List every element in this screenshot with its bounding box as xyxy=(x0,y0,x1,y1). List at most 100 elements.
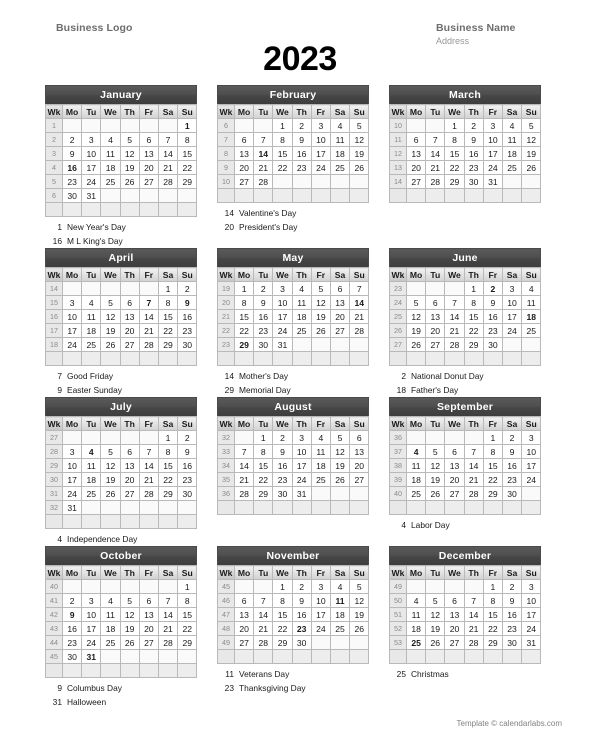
day-cell[interactable]: 7 xyxy=(253,132,274,148)
day-cell[interactable]: 29 xyxy=(463,337,484,353)
day-cell[interactable]: 17 xyxy=(501,309,523,325)
day-cell[interactable]: 16 xyxy=(177,458,198,474)
day-cell[interactable]: 18 xyxy=(81,472,102,488)
day-cell[interactable]: 25 xyxy=(501,160,523,176)
day-cell[interactable]: 29 xyxy=(233,337,255,353)
day-cell[interactable]: 1 xyxy=(272,579,293,595)
day-cell[interactable]: 5 xyxy=(100,295,121,311)
day-cell[interactable]: 22 xyxy=(444,160,465,176)
day-cell[interactable]: 12 xyxy=(329,444,351,460)
day-cell[interactable]: 10 xyxy=(61,458,83,474)
day-cell[interactable]: 21 xyxy=(253,160,274,176)
day-cell[interactable]: 5 xyxy=(329,430,351,446)
day-cell[interactable]: 21 xyxy=(463,472,484,488)
day-cell[interactable]: 13 xyxy=(405,146,427,162)
day-cell[interactable]: 27 xyxy=(444,635,465,651)
day-cell[interactable]: 10 xyxy=(291,444,312,460)
day-cell[interactable]: 12 xyxy=(349,132,370,148)
day-cell[interactable]: 11 xyxy=(521,295,542,311)
day-cell[interactable]: 1 xyxy=(444,118,465,134)
day-cell[interactable]: 6 xyxy=(405,132,427,148)
day-cell[interactable]: 8 xyxy=(177,593,198,609)
day-cell[interactable]: 24 xyxy=(501,323,523,339)
day-cell[interactable]: 20 xyxy=(329,309,351,325)
day-cell[interactable]: 31 xyxy=(272,337,293,353)
day-cell[interactable]: 5 xyxy=(119,132,140,148)
day-cell[interactable]: 21 xyxy=(444,323,465,339)
day-cell[interactable]: 2 xyxy=(61,593,83,609)
day-cell[interactable]: 7 xyxy=(157,593,179,609)
day-cell[interactable]: 9 xyxy=(501,593,523,609)
day-cell[interactable]: 25 xyxy=(405,635,427,651)
day-cell[interactable]: 5 xyxy=(521,118,542,134)
day-cell[interactable]: 8 xyxy=(157,295,179,311)
day-cell[interactable]: 18 xyxy=(405,472,427,488)
day-cell[interactable]: 17 xyxy=(291,458,312,474)
day-cell[interactable]: 12 xyxy=(349,593,370,609)
day-cell[interactable]: 4 xyxy=(329,118,351,134)
day-cell[interactable]: 28 xyxy=(253,635,274,651)
day-cell[interactable]: 25 xyxy=(81,486,102,502)
day-cell[interactable]: 8 xyxy=(177,132,198,148)
day-cell[interactable]: 29 xyxy=(177,635,198,651)
day-cell[interactable]: 4 xyxy=(100,132,121,148)
day-cell[interactable]: 26 xyxy=(425,635,446,651)
day-cell[interactable]: 24 xyxy=(61,337,83,353)
day-cell[interactable]: 27 xyxy=(233,635,255,651)
day-cell[interactable]: 27 xyxy=(405,174,427,190)
day-cell[interactable]: 14 xyxy=(253,146,274,162)
day-cell[interactable]: 3 xyxy=(291,430,312,446)
day-cell[interactable]: 17 xyxy=(81,621,102,637)
day-cell[interactable]: 16 xyxy=(501,458,523,474)
day-cell[interactable]: 18 xyxy=(81,323,102,339)
day-cell[interactable]: 19 xyxy=(119,160,140,176)
day-cell[interactable]: 19 xyxy=(425,472,446,488)
day-cell[interactable]: 10 xyxy=(521,593,542,609)
day-cell[interactable]: 18 xyxy=(405,621,427,637)
day-cell[interactable]: 19 xyxy=(425,621,446,637)
day-cell[interactable]: 2 xyxy=(463,118,484,134)
day-cell[interactable]: 27 xyxy=(119,337,140,353)
day-cell[interactable]: 2 xyxy=(501,579,523,595)
day-cell[interactable]: 22 xyxy=(253,472,274,488)
day-cell[interactable]: 14 xyxy=(138,309,159,325)
day-cell[interactable]: 3 xyxy=(81,132,102,148)
day-cell[interactable]: 19 xyxy=(119,621,140,637)
day-cell[interactable]: 19 xyxy=(405,323,427,339)
day-cell[interactable]: 21 xyxy=(157,621,179,637)
day-cell[interactable]: 6 xyxy=(119,444,140,460)
day-cell[interactable]: 23 xyxy=(61,635,83,651)
day-cell[interactable]: 4 xyxy=(310,430,331,446)
day-cell[interactable]: 16 xyxy=(291,607,312,623)
day-cell[interactable]: 4 xyxy=(329,579,351,595)
day-cell[interactable]: 14 xyxy=(233,458,255,474)
day-cell[interactable]: 27 xyxy=(349,472,370,488)
day-cell[interactable]: 26 xyxy=(349,160,370,176)
day-cell[interactable]: 27 xyxy=(233,174,255,190)
day-cell[interactable]: 3 xyxy=(310,579,331,595)
day-cell[interactable]: 4 xyxy=(291,281,312,297)
day-cell[interactable]: 30 xyxy=(291,635,312,651)
day-cell[interactable]: 24 xyxy=(291,472,312,488)
day-cell[interactable]: 19 xyxy=(349,607,370,623)
day-cell[interactable]: 2 xyxy=(253,281,274,297)
day-cell[interactable]: 13 xyxy=(233,146,255,162)
day-cell[interactable]: 30 xyxy=(61,649,83,665)
day-cell[interactable]: 8 xyxy=(233,295,255,311)
day-cell[interactable]: 14 xyxy=(425,146,446,162)
day-cell[interactable]: 13 xyxy=(138,607,159,623)
day-cell[interactable]: 15 xyxy=(157,458,179,474)
day-cell[interactable]: 5 xyxy=(425,444,446,460)
day-cell[interactable]: 17 xyxy=(61,323,83,339)
day-cell[interactable]: 13 xyxy=(233,607,255,623)
day-cell[interactable]: 10 xyxy=(81,607,102,623)
day-cell[interactable]: 3 xyxy=(81,593,102,609)
day-cell[interactable]: 8 xyxy=(272,132,293,148)
day-cell[interactable]: 6 xyxy=(233,132,255,148)
day-cell[interactable]: 7 xyxy=(463,444,484,460)
day-cell[interactable]: 24 xyxy=(521,472,542,488)
day-cell[interactable]: 13 xyxy=(138,146,159,162)
day-cell[interactable]: 17 xyxy=(272,309,293,325)
day-cell[interactable]: 13 xyxy=(119,458,140,474)
day-cell[interactable]: 22 xyxy=(177,621,198,637)
